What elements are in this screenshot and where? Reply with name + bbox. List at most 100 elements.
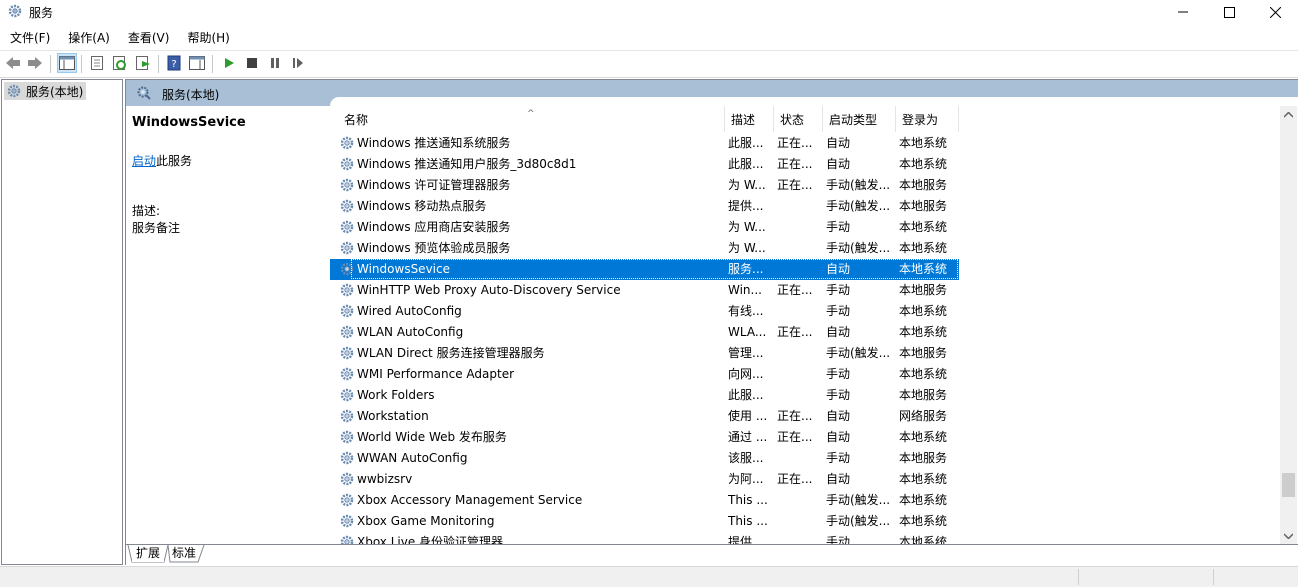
service-description: 管理... [728, 346, 764, 360]
tab-standard[interactable]: 标准 [168, 545, 200, 562]
service-gear-icon [340, 346, 354, 360]
service-row[interactable]: WWAN AutoConfig 该服... 手动 本地服务 [330, 448, 959, 469]
service-status: 正在... [777, 178, 813, 192]
stop-icon [247, 58, 257, 68]
service-description: 有线... [728, 304, 764, 318]
service-logon-as: 本地系统 [899, 220, 948, 234]
tree-item-services-local[interactable]: 服务(本地) [4, 82, 87, 100]
service-status [777, 532, 817, 544]
service-status [777, 238, 817, 259]
service-gear-icon [340, 283, 354, 297]
menu-action[interactable]: 操作(A) [58, 26, 118, 48]
menu-bar: 文件(F) 操作(A) 查看(V) 帮助(H) [0, 26, 238, 48]
services-gear-icon [7, 84, 21, 98]
service-startup-type: 自动 [826, 472, 851, 486]
help-button[interactable]: ? [165, 54, 183, 72]
service-startup-type: 手动 [826, 304, 851, 318]
scrollbar-thumb[interactable] [1282, 473, 1295, 497]
service-row[interactable]: Work Folders 此服... 手动 本地服务 [330, 385, 959, 406]
service-row[interactable]: Xbox Live 身份验证管理器 提供 ... 手动 本地系统 [330, 532, 959, 544]
column-logon-as-header[interactable]: 登录为 [896, 106, 959, 132]
service-row[interactable]: Windows 应用商店安装服务 为 W... 手动 本地系统 [330, 217, 959, 238]
maximize-icon [1223, 6, 1235, 18]
vertical-scrollbar[interactable] [1280, 106, 1297, 544]
forward-button[interactable] [26, 54, 44, 72]
scroll-up-button[interactable] [1280, 106, 1297, 123]
service-row[interactable]: Windows 推送通知用户服务_3d80c8d1 此服... 正在... 自动 本地系… [330, 154, 959, 175]
service-description: 服务... [728, 262, 764, 276]
show-hide-console-tree-button[interactable] [57, 53, 77, 73]
service-status: 正在... [777, 430, 813, 444]
pause-icon [271, 58, 279, 68]
service-name: Xbox Live 身份验证管理器 [357, 535, 504, 544]
service-gear-icon [340, 178, 354, 192]
service-name: Windows 应用商店安装服务 [357, 220, 511, 234]
service-row[interactable]: Windows 许可证管理器服务 为 W... 正在... 手动(触发... 本地服务 [330, 175, 959, 196]
service-row[interactable]: World Wide Web 发布服务 通过 ... 正在... 自动 本地系统 [330, 427, 959, 448]
service-row[interactable]: Xbox Game Monitoring This ... 手动(触发... 本地系统 [330, 511, 959, 532]
service-logon-as: 本地服务 [899, 283, 948, 297]
refresh-button[interactable] [111, 54, 129, 72]
service-row[interactable]: Wired AutoConfig 有线... 手动 本地系统 [330, 301, 959, 322]
service-startup-type: 手动 [826, 535, 851, 544]
service-description: 此服... [728, 136, 764, 150]
service-row[interactable]: WLAN Direct 服务连接管理器服务 管理... 手动(触发... 本地服务 [330, 343, 959, 364]
start-service-line: 启动此服务 [132, 152, 192, 169]
tree-item-label: 服务(本地) [26, 84, 84, 99]
start-service-link[interactable]: 启动 [132, 154, 156, 168]
menu-help[interactable]: 帮助(H) [177, 26, 237, 48]
service-status [777, 385, 817, 406]
service-status [777, 364, 817, 385]
tab-extended[interactable]: 扩展 [132, 545, 165, 562]
service-startup-type: 自动 [826, 262, 851, 276]
service-gear-icon [340, 304, 354, 318]
service-name: Work Folders [357, 388, 435, 402]
service-row[interactable]: WMI Performance Adapter 向网... 手动 本地系统 [330, 364, 959, 385]
back-arrow-icon [6, 57, 20, 69]
service-logon-as: 本地系统 [899, 325, 948, 339]
service-row[interactable]: Workstation 使用 ... 正在... 自动 网络服务 [330, 406, 959, 427]
service-row[interactable]: Windows 预览体验成员服务 为 W... 手动(触发... 本地系统 [330, 238, 959, 259]
service-name: Xbox Accessory Management Service [357, 493, 583, 507]
back-button[interactable] [4, 54, 22, 72]
service-name: WLAN Direct 服务连接管理器服务 [357, 346, 545, 360]
service-startup-type: 自动 [826, 430, 851, 444]
restart-service-button[interactable] [289, 54, 307, 72]
service-description: 为阿... [728, 472, 764, 486]
service-description: WLA... [728, 325, 767, 339]
service-row[interactable]: WLAN AutoConfig WLA... 正在... 自动 本地系统 [330, 322, 959, 343]
service-row[interactable]: wwbizsrv 为阿... 正在... 自动 本地系统 [330, 469, 959, 490]
service-startup-type: 自动 [826, 409, 851, 423]
column-startup-type-header[interactable]: 启动类型 [823, 106, 896, 132]
service-row[interactable]: Windows 推送通知系统服务 此服... 正在... 自动 本地系统 [330, 133, 959, 154]
service-row[interactable]: Windows 移动热点服务 提供... 手动(触发... 本地服务 [330, 196, 959, 217]
service-description: 向网... [728, 367, 764, 381]
service-logon-as: 本地服务 [899, 451, 948, 465]
service-row[interactable]: Xbox Accessory Management Service This ..… [330, 490, 959, 511]
service-row[interactable]: WinHTTP Web Proxy Auto-Discovery Service… [330, 280, 959, 301]
scroll-down-button[interactable] [1280, 527, 1297, 544]
service-description: This ... [728, 493, 768, 507]
service-status [777, 343, 817, 364]
show-hide-action-pane-button[interactable] [188, 54, 206, 72]
start-service-button[interactable] [220, 54, 238, 72]
menu-file[interactable]: 文件(F) [0, 26, 58, 48]
pause-service-button[interactable] [266, 54, 284, 72]
column-label: 名称 [344, 113, 369, 127]
service-status [777, 217, 817, 238]
stop-service-button[interactable] [243, 54, 261, 72]
service-name: Xbox Game Monitoring [357, 514, 495, 528]
properties-button[interactable] [88, 54, 106, 72]
service-status: 正在... [777, 409, 813, 423]
service-status [777, 301, 817, 322]
column-name-header[interactable]: ^ 名称 [330, 106, 725, 132]
title-bar: 服务 [0, 0, 1298, 24]
maximize-button[interactable] [1206, 0, 1252, 24]
close-button[interactable] [1252, 0, 1298, 24]
minimize-button[interactable] [1160, 0, 1206, 24]
column-status-header[interactable]: 状态 [774, 106, 823, 132]
menu-view[interactable]: 查看(V) [118, 26, 178, 48]
column-description-header[interactable]: 描述 [725, 106, 774, 132]
service-row-selected[interactable]: WindowsSevice 服务... 自动 本地系统 [330, 259, 959, 280]
export-list-button[interactable] [134, 54, 152, 72]
